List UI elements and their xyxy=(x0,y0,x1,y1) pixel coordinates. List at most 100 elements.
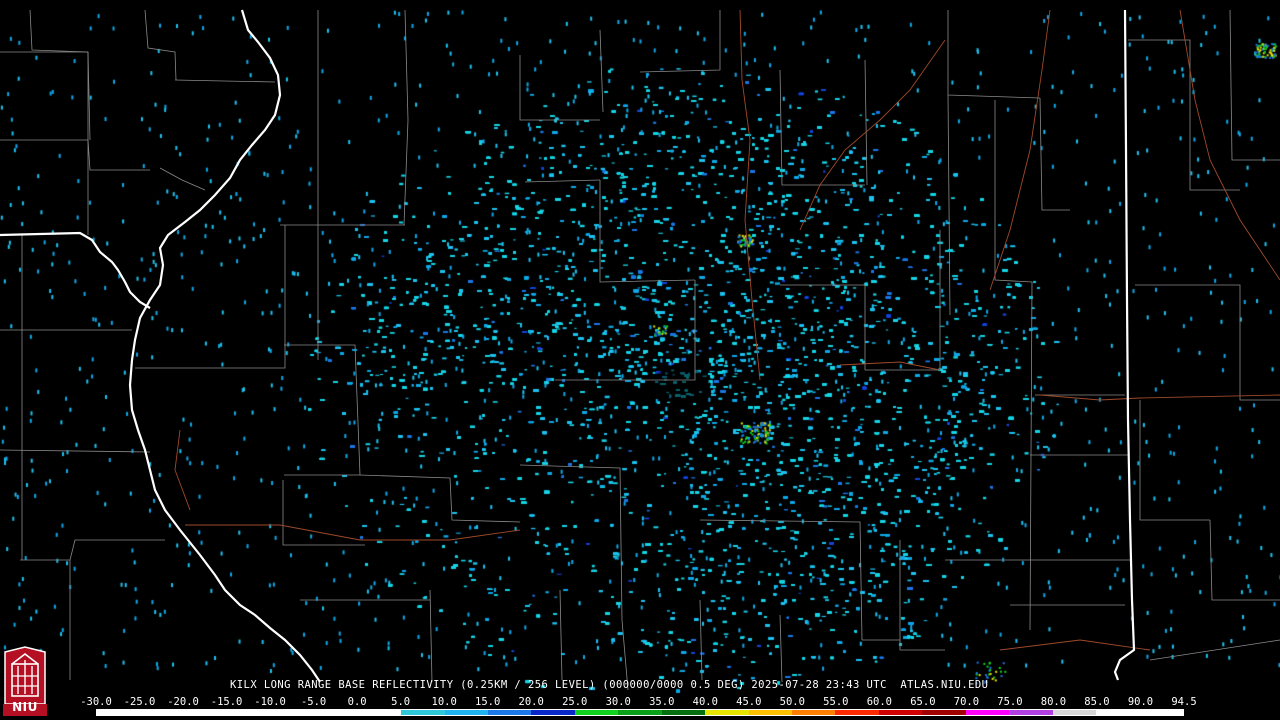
colorbar-label: 45.0 xyxy=(736,696,762,708)
county-line xyxy=(519,55,600,121)
colorbar-swatch xyxy=(1139,710,1183,715)
colorbar-label: 5.0 xyxy=(391,696,411,708)
colorbar-swatch xyxy=(661,710,706,715)
colorbar-label: 85.0 xyxy=(1084,696,1110,708)
county-line xyxy=(1229,9,1280,161)
colorbar-swatch xyxy=(314,710,358,715)
county-line xyxy=(994,100,1033,283)
county-line xyxy=(359,474,521,523)
highway-line xyxy=(1179,9,1280,281)
colorbar-swatch xyxy=(140,710,184,715)
highway-line xyxy=(174,429,191,511)
colorbar-label: 94.5 xyxy=(1171,696,1197,708)
colorbar-label: -15.0 xyxy=(210,696,243,708)
colorbar-label: 70.0 xyxy=(953,696,980,708)
county-line xyxy=(639,10,721,73)
county-line xyxy=(144,9,177,81)
highway-line xyxy=(1039,394,1280,401)
colorbar-label: 0.0 xyxy=(347,696,367,708)
highway-line xyxy=(185,524,521,541)
colorbar-label: 35.0 xyxy=(649,696,675,708)
colorbar-label: -25.0 xyxy=(123,696,156,708)
colorbar-swatch xyxy=(922,710,966,715)
reflectivity-colorbar xyxy=(96,709,1184,716)
county-line xyxy=(699,519,863,641)
highway-line xyxy=(739,9,761,381)
county-line xyxy=(282,480,365,546)
county-line xyxy=(599,29,604,113)
county-line xyxy=(779,69,865,186)
highway-line xyxy=(799,39,946,231)
colorbar-label: 40.0 xyxy=(692,696,718,708)
colorbar-label: 60.0 xyxy=(866,696,893,708)
colorbar-labels: -30.0 -25.0 -20.0 -15.0 -10.0 -5.0 0.0 5.0 10.0 1… xyxy=(80,696,1210,708)
colorbar-swatch xyxy=(270,710,315,715)
colorbar-label: 75.0 xyxy=(997,696,1023,708)
map-overlay xyxy=(0,9,1280,691)
county-line xyxy=(947,10,1041,99)
colorbar-swatch xyxy=(618,710,662,715)
county-line xyxy=(1135,284,1280,401)
colorbar-label: 30.0 xyxy=(605,696,631,708)
county-line xyxy=(284,344,361,476)
niu-logo: NIU xyxy=(3,646,47,716)
colorbar-swatch xyxy=(531,710,575,715)
colorbar-swatch xyxy=(444,710,488,715)
colorbar-swatch xyxy=(183,710,228,715)
county-line xyxy=(864,59,868,186)
county-line xyxy=(559,589,563,681)
colorbar-swatch xyxy=(97,710,141,715)
county-line xyxy=(947,94,951,316)
highway-lines xyxy=(174,9,1280,651)
colorbar-swatch xyxy=(574,710,619,715)
colorbar-label: -5.0 xyxy=(300,696,327,708)
colorbar-label: 25.0 xyxy=(562,696,588,708)
state-borders xyxy=(0,9,1136,683)
highway-line xyxy=(839,361,941,371)
county-line xyxy=(524,179,601,183)
county-line xyxy=(403,9,409,226)
county-line xyxy=(1029,281,1033,631)
colorbar-label: 10.0 xyxy=(431,696,457,708)
county-line xyxy=(429,589,433,683)
county-line xyxy=(1149,639,1280,661)
colorbar-swatch xyxy=(792,710,836,715)
colorbar-swatch xyxy=(705,710,749,715)
product-caption: KILX LONG RANGE BASE REFLECTIVITY (0.25K… xyxy=(230,679,989,691)
county-line xyxy=(699,599,703,681)
colorbar-swatch xyxy=(835,710,879,715)
highway-line xyxy=(999,639,1151,651)
colorbar-swatch xyxy=(878,710,923,715)
colorbar-swatch xyxy=(401,710,445,715)
colorbar-swatch xyxy=(1052,710,1097,715)
county-line xyxy=(780,284,866,370)
colorbar-swatch xyxy=(357,710,402,715)
colorbar-swatch xyxy=(1009,710,1053,715)
county-line xyxy=(20,539,165,561)
mississippi-river-border xyxy=(128,9,321,683)
county-line xyxy=(1209,519,1280,601)
county-line xyxy=(599,180,696,283)
county-line xyxy=(1128,39,1240,191)
colorbar-swatch xyxy=(965,710,1010,715)
county-lines xyxy=(0,9,1280,691)
county-line xyxy=(29,9,91,141)
colorbar-swatch xyxy=(227,710,271,715)
colorbar-label: 15.0 xyxy=(475,696,501,708)
colorbar-swatch xyxy=(1096,710,1140,715)
county-line xyxy=(0,449,151,453)
county-line xyxy=(899,540,945,651)
county-line xyxy=(555,280,696,381)
county-line xyxy=(519,464,623,621)
colorbar-label: -30.0 xyxy=(80,696,112,708)
colorbar-swatch xyxy=(487,710,532,715)
colorbar-swatch xyxy=(748,710,792,715)
niu-logo-text: NIU xyxy=(12,700,38,714)
illinois-indiana-border xyxy=(1113,9,1136,681)
colorbar-label: 55.0 xyxy=(823,696,849,708)
colorbar-label: -10.0 xyxy=(254,696,286,708)
county-line xyxy=(1039,97,1070,211)
county-line xyxy=(174,79,276,83)
colorbar-label: 80.0 xyxy=(1040,696,1067,708)
county-line xyxy=(779,614,783,683)
